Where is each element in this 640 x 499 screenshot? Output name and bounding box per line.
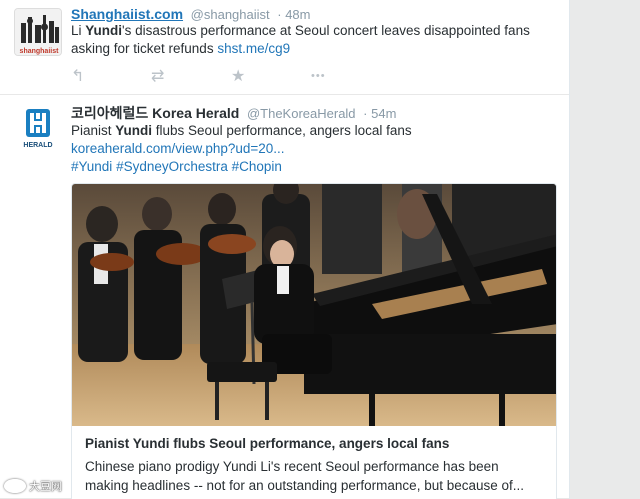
hashtag-sydneyorchestra[interactable]: #SydneyOrchestra [116, 159, 228, 174]
card-photo[interactable] [72, 184, 556, 426]
account-screenname[interactable]: @TheKoreaHerald [247, 106, 356, 121]
tweet-shanghaiist[interactable]: shanghaiist Shanghaiist.com @shanghaiist… [0, 0, 569, 95]
tweet-text-post: flubs Seoul performance, angers local fa… [152, 123, 412, 138]
tweet-timestamp[interactable]: · 54m [363, 106, 396, 121]
tweet-text: Pianist Yundi flubs Seoul performance, a… [71, 122, 556, 176]
favorite-icon[interactable]: ★ [231, 67, 311, 85]
tweet-actions: ↰ ⇄ ★ ••• [71, 67, 391, 85]
tweet-text: Li Yundi's disastrous performance at Seo… [71, 22, 556, 58]
tweet-link[interactable]: koreaherald.com/view.php?ud=20... [71, 141, 285, 156]
avatar[interactable]: HERALD [18, 107, 58, 151]
tweet-text-post: 's disastrous performance at Seoul conce… [71, 23, 530, 56]
concert-photo-image [72, 184, 556, 426]
tweet-header: 코리아헤럴드 Korea Herald @TheKoreaHerald · 54… [71, 103, 396, 123]
shanghaiist-logo-icon: shanghaiist [15, 9, 61, 55]
account-screenname[interactable]: @shanghaiist [191, 7, 270, 22]
watermark: 大豆网 [4, 478, 62, 494]
watermark-text: 大豆网 [29, 481, 62, 493]
retweet-icon[interactable]: ⇄ [151, 67, 231, 85]
timeline-stream: shanghaiist Shanghaiist.com @shanghaiist… [0, 0, 570, 499]
more-icon[interactable]: ••• [311, 67, 391, 85]
card-title[interactable]: Pianist Yundi flubs Seoul performance, a… [85, 436, 449, 451]
watermark-logo-icon [4, 479, 26, 493]
tweet-header: Shanghaiist.com @shanghaiist · 48m [71, 6, 311, 22]
avatar-logo-text: HERALD [23, 142, 52, 149]
hashtag-yundi[interactable]: #Yundi [71, 159, 112, 174]
account-fullname[interactable]: Shanghaiist.com [71, 6, 183, 22]
account-fullname[interactable]: 코리아헤럴드 Korea Herald [71, 105, 239, 121]
herald-logo-icon: HERALD [23, 109, 53, 149]
tweet-timestamp[interactable]: · 48m [277, 7, 310, 22]
tweet-text-pre: Pianist [71, 123, 116, 138]
tweet-text-pre: Li [71, 23, 86, 38]
tweet-link[interactable]: shst.me/cg9 [217, 41, 290, 56]
card-description: Chinese piano prodigy Yundi Li's recent … [85, 459, 525, 493]
tweet-koreaherald[interactable]: HERALD 코리아헤럴드 Korea Herald @TheKoreaHera… [0, 95, 569, 499]
tweet-time[interactable]: 48m [285, 7, 310, 22]
link-card[interactable]: Pianist Yundi flubs Seoul performance, a… [71, 183, 557, 499]
tweet-time[interactable]: 54m [371, 106, 396, 121]
tweet-text-bold: Yundi [85, 23, 123, 38]
avatar[interactable]: shanghaiist [14, 8, 62, 56]
hashtag-chopin[interactable]: #Chopin [232, 159, 282, 174]
reply-icon[interactable]: ↰ [71, 67, 151, 85]
tweet-text-bold: Yundi [115, 123, 153, 138]
avatar-logo-text: shanghaiist [20, 48, 60, 55]
